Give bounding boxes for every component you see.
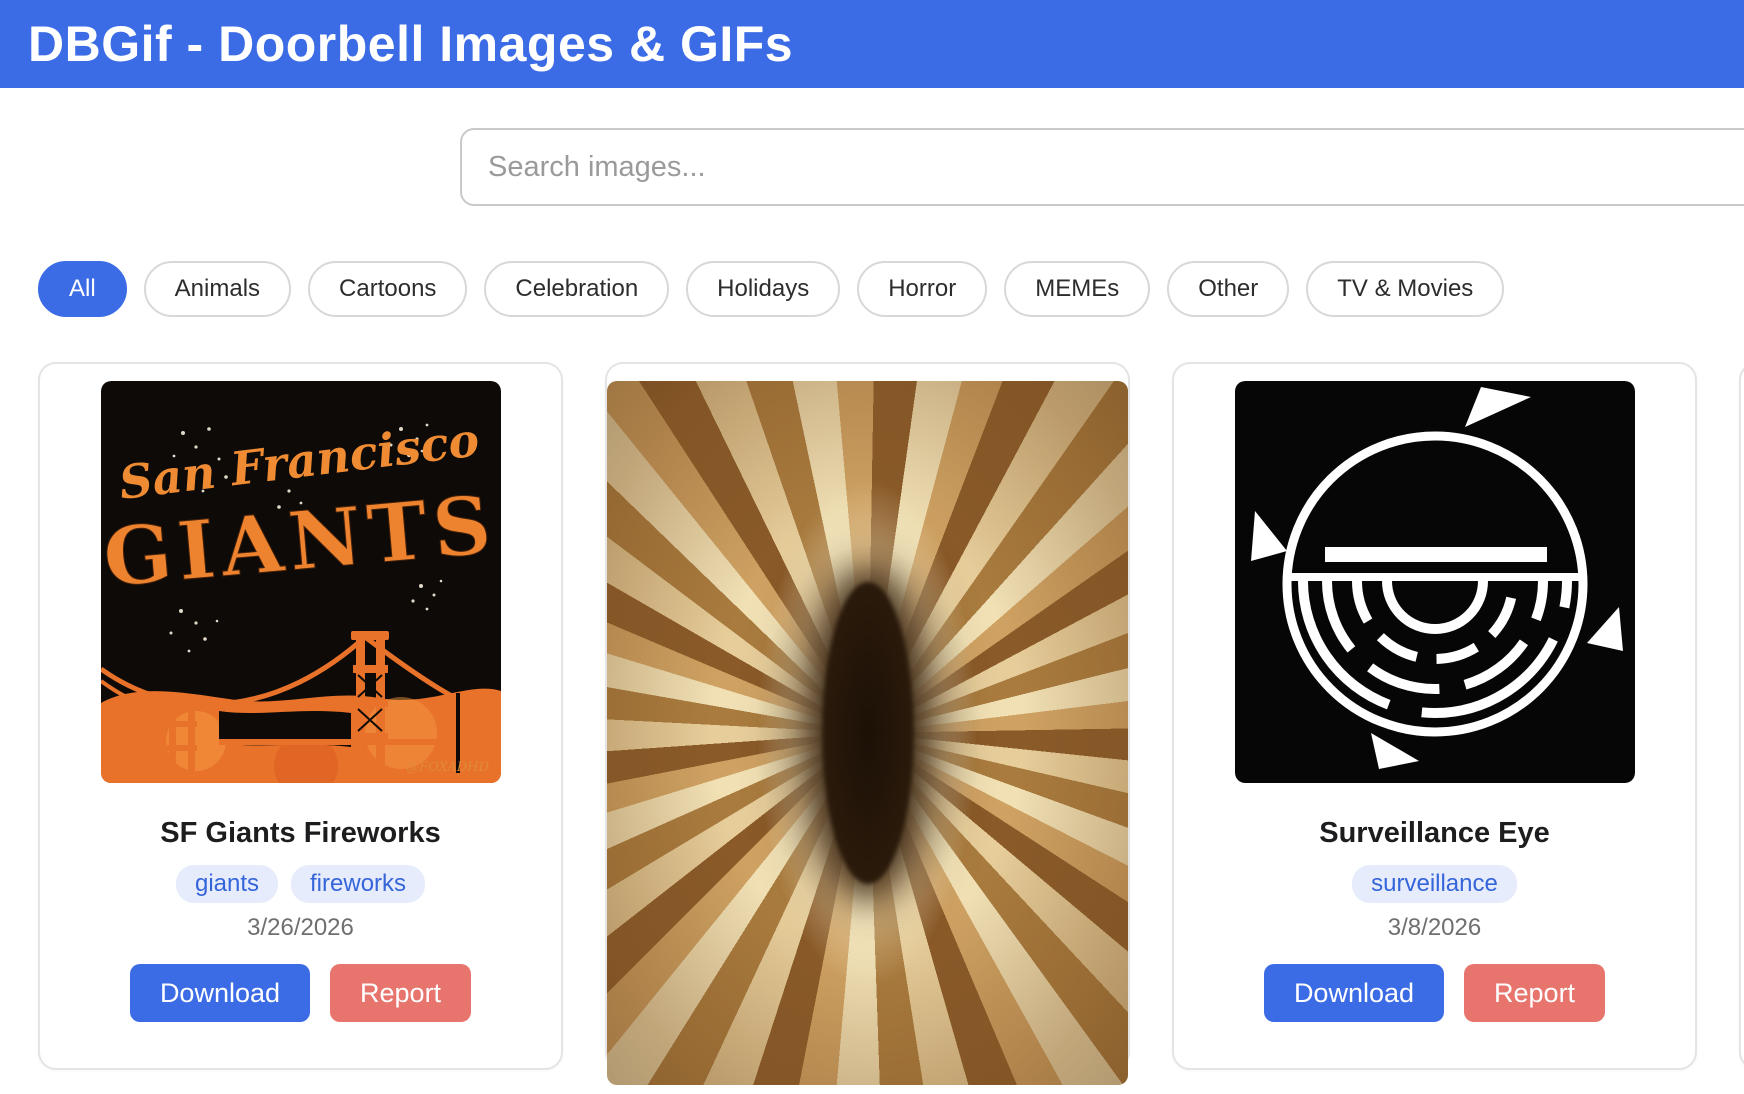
art-credit: @FOXADHD: [406, 760, 489, 775]
category-filter-bar: All Animals Cartoons Celebration Holiday…: [38, 261, 1744, 317]
page-title: DBGif - Doorbell Images & GIFs: [0, 15, 793, 73]
filter-horror[interactable]: Horror: [857, 261, 987, 317]
report-button[interactable]: Report: [1464, 964, 1605, 1022]
card-actions: Download Report: [1264, 964, 1605, 1022]
card-partial: [1739, 362, 1744, 1070]
filter-holidays[interactable]: Holidays: [686, 261, 840, 317]
card-image-eye-of-sauron: [607, 381, 1128, 1085]
card-actions: Download Report: [130, 964, 471, 1022]
card-date: 3/8/2026: [1388, 914, 1481, 942]
filter-all[interactable]: All: [38, 261, 127, 317]
tag-row: giants fireworks: [176, 865, 425, 903]
tag-row: surveillance: [1352, 865, 1517, 903]
card-surveillance-eye: Surveillance Eye surveillance 3/8/2026 D…: [1172, 362, 1697, 1070]
card-eye-of-sauron: The Eye of Sauron LOTR eye sauron 3/8/20…: [605, 362, 1130, 1070]
image-card-grid: San Francisco GIANTS: [38, 362, 1744, 1070]
filter-celebration[interactable]: Celebration: [484, 261, 669, 317]
tag-giants[interactable]: giants: [176, 865, 278, 903]
search-row: [0, 128, 1744, 206]
filter-animals[interactable]: Animals: [144, 261, 291, 317]
card-title: Surveillance Eye: [1319, 817, 1550, 850]
tag-fireworks[interactable]: fireworks: [291, 865, 425, 903]
search-input[interactable]: [460, 128, 1744, 206]
app-header: DBGif - Doorbell Images & GIFs: [0, 0, 1744, 88]
card-sf-giants-fireworks: San Francisco GIANTS: [38, 362, 563, 1070]
card-image-surveillance-eye: [1235, 381, 1635, 783]
card-title: SF Giants Fireworks: [160, 817, 440, 850]
filter-cartoons[interactable]: Cartoons: [308, 261, 467, 317]
download-button[interactable]: Download: [1264, 964, 1444, 1022]
filter-memes[interactable]: MEMEs: [1004, 261, 1150, 317]
filter-other[interactable]: Other: [1167, 261, 1289, 317]
download-button[interactable]: Download: [130, 964, 310, 1022]
filter-tv-movies[interactable]: TV & Movies: [1306, 261, 1504, 317]
card-image-sf-giants: San Francisco GIANTS: [101, 381, 501, 783]
tag-surveillance[interactable]: surveillance: [1352, 865, 1517, 903]
report-button[interactable]: Report: [330, 964, 471, 1022]
card-date: 3/26/2026: [247, 914, 354, 942]
